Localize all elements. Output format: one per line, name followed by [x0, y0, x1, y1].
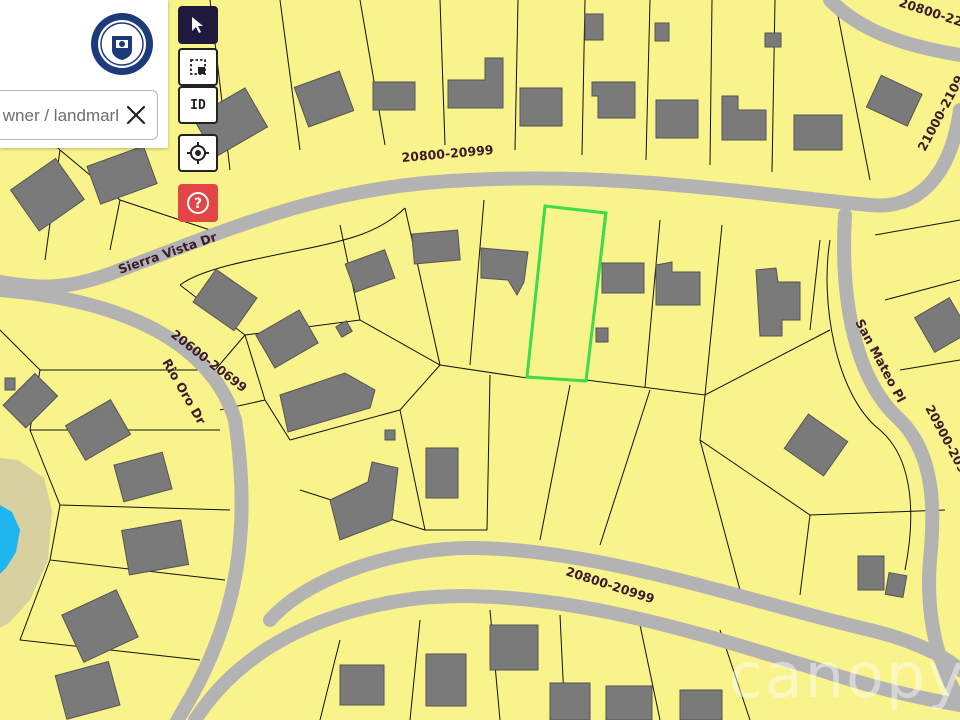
locate-button[interactable]: [178, 134, 218, 172]
help-button[interactable]: ?: [178, 184, 218, 222]
search-panel: wner / landmarl: [0, 0, 168, 148]
identify-button[interactable]: ID: [178, 86, 218, 124]
box-select-button[interactable]: [178, 48, 218, 86]
watermark-logo: canopy: [728, 639, 960, 712]
pointer-arrow-icon: [192, 17, 203, 33]
search-field[interactable]: wner / landmarl: [0, 90, 158, 140]
identify-label: ID: [190, 97, 206, 113]
select-tool-button[interactable]: [178, 6, 218, 44]
search-input-text[interactable]: wner / landmarl: [0, 106, 119, 126]
close-icon[interactable]: [125, 104, 147, 126]
box-select-icon: [190, 59, 206, 75]
question-icon: ?: [187, 192, 209, 214]
svg-text:?: ?: [194, 196, 202, 212]
county-seal-logo: [91, 13, 153, 75]
crosshair-icon: [187, 142, 209, 164]
